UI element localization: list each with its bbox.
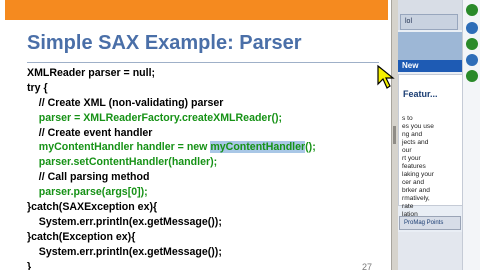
tool-button-1[interactable] [466,4,478,16]
title-underline [27,62,379,63]
code-token: parser.parse(args[0]); [27,186,148,199]
code-token: }catch(Exception ex){ [27,230,136,243]
code-line: myContentHandler handler = new myContent… [27,140,316,155]
feature-card: Featur... s to es you use ng and jects a… [398,74,464,218]
whats-new-header: New [398,60,462,72]
highlighted-text: myContentHandler [210,141,306,154]
code-token: (); [305,141,316,154]
code-line: // Call parsing method [27,170,316,185]
side-panel: lol New Featur... s to es you use ng and… [398,0,480,270]
code-line: System.err.println(ex.getMessage()); [27,245,316,260]
tool-button-5[interactable] [466,70,478,82]
cursor-pointer-icon [377,64,395,89]
code-token: System.err.println(ex.getMessage()); [27,245,222,258]
tool-button-2[interactable] [466,22,478,34]
code-line: } [27,260,316,270]
slide-header-bar [5,0,388,20]
side-panel-banner [398,32,462,60]
slide-number: 27 [362,262,373,270]
side-panel-header: lol [398,0,462,30]
code-block: XMLReader parser = null; try { // Create … [27,66,316,270]
code-token: // Create XML (non-validating) parser [27,96,224,109]
feature-card-text: s to es you use ng and jects and our rt … [402,115,434,218]
slide-canvas: Simple SAX Example: Parser XMLReader par… [0,0,392,270]
code-line: parser.parse(args[0]); [27,185,316,200]
tool-button-4[interactable] [466,54,478,66]
code-token: try { [27,81,48,94]
code-token: } [27,260,32,270]
code-token: System.err.println(ex.getMessage()); [27,215,222,228]
code-line: // Create XML (non-validating) parser [27,96,316,111]
code-token: myContentHandler handler = new [27,141,211,154]
slide-title: Simple SAX Example: Parser [27,32,302,54]
feature-card-title: Featur... [403,89,438,99]
code-line: try { [27,81,316,96]
splitter-handle[interactable] [391,0,398,270]
side-panel-footer [398,232,462,270]
code-line: // Create event handler [27,126,316,141]
code-token: XMLReader parser = null; [27,67,156,79]
side-panel-tab[interactable]: lol [400,14,458,30]
code-line: }catch(Exception ex){ [27,230,316,245]
code-token: }catch(SAXException ex){ [27,201,158,214]
code-token: // Create event handler [27,126,153,139]
code-token: parser = XMLReaderFactory.createXMLReade… [27,111,283,124]
code-line: parser = XMLReaderFactory.createXMLReade… [27,111,316,126]
tool-button-3[interactable] [466,38,478,50]
code-line: parser.setContentHandler(handler); [27,155,316,170]
code-line: XMLReader parser = null; [27,66,316,81]
code-line: }catch(SAXException ex){ [27,200,316,215]
code-token: // Call parsing method [27,171,150,184]
tool-column [462,0,480,270]
points-button[interactable]: ProMag Points [399,216,461,230]
code-line: System.err.println(ex.getMessage()); [27,215,316,230]
splitter-grip[interactable] [393,126,396,144]
code-token: parser.setContentHandler(handler); [27,156,218,169]
